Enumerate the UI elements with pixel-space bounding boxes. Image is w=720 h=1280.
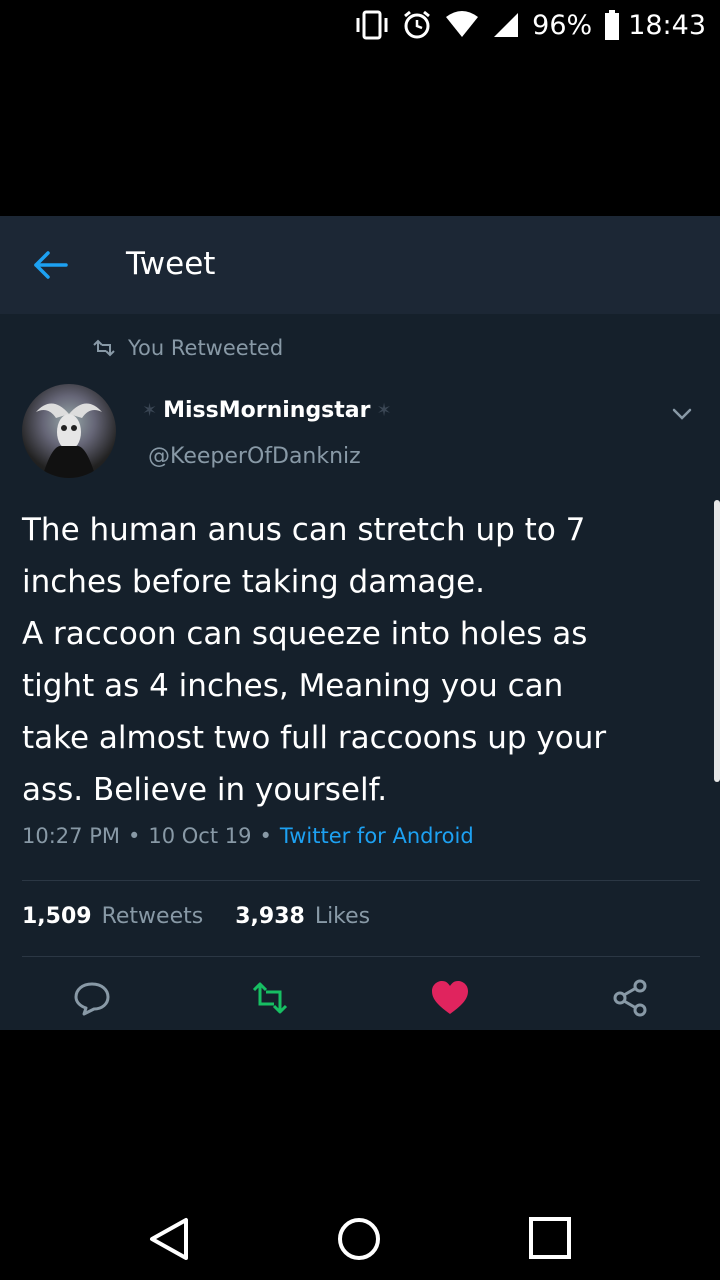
arrow-left-icon[interactable]: [30, 248, 70, 282]
navigation-bar: [0, 1180, 720, 1280]
share-icon[interactable]: [610, 978, 650, 1018]
home-circle-icon[interactable]: [336, 1216, 382, 1262]
divider: [22, 880, 700, 881]
vibrate-icon: [356, 10, 388, 40]
back-triangle-icon[interactable]: [148, 1216, 190, 1262]
separator-dot: •: [259, 824, 272, 848]
tweet-time: 10:27 PM: [22, 824, 120, 848]
tweet-source-link[interactable]: Twitter for Android: [280, 824, 474, 848]
status-bar: 96% 18:43: [0, 0, 720, 50]
separator-dot: •: [127, 824, 141, 848]
signal-icon: [494, 13, 519, 37]
retweet-label[interactable]: Retweets: [102, 904, 204, 929]
like-label[interactable]: Likes: [315, 904, 370, 929]
reply-icon[interactable]: [72, 978, 112, 1018]
app-header: Tweet: [0, 216, 720, 314]
tweet-detail: You Retweeted ✶ MissMorningstar ✶ @Keepe…: [0, 314, 720, 1030]
retweet-icon[interactable]: [250, 978, 290, 1018]
tweet-text: The human anus can stretch up to 7 inche…: [22, 512, 607, 808]
tweet-stats: 1,509 Retweets 3,938 Likes: [22, 904, 370, 929]
ram-skull-avatar-icon: [36, 403, 102, 478]
display-name[interactable]: MissMorningstar: [163, 398, 370, 423]
tweet-date: 10 Oct 19: [148, 824, 252, 848]
tweet-metadata: 10:27 PM • 10 Oct 19 • Twitter for Andro…: [22, 824, 474, 848]
alarm-icon: [404, 10, 431, 39]
like-count[interactable]: 3,938: [235, 904, 305, 929]
like-heart-icon[interactable]: [430, 978, 470, 1018]
recents-square-icon[interactable]: [528, 1216, 572, 1260]
page-title: Tweet: [126, 246, 216, 282]
battery-time-group: 18:43: [604, 10, 706, 41]
tweet-actions: [0, 978, 720, 1022]
user-handle[interactable]: @KeeperOfDankniz: [148, 444, 361, 469]
retweet-context-label: You Retweeted: [128, 336, 284, 360]
battery-icon: [605, 10, 620, 40]
retweet-small-icon: [93, 339, 115, 357]
retweet-count[interactable]: 1,509: [22, 904, 92, 929]
star-decoration-icon: ✶: [142, 400, 158, 421]
display-name-row[interactable]: ✶ MissMorningstar ✶: [142, 398, 392, 423]
clock-time: 18:43: [628, 9, 706, 41]
retweet-context: You Retweeted: [92, 336, 283, 360]
star-decoration-icon: ✶: [376, 400, 392, 421]
divider: [22, 956, 700, 957]
wifi-icon: [446, 11, 479, 37]
scrollbar[interactable]: [714, 500, 720, 782]
avatar[interactable]: [22, 384, 116, 478]
battery-percent: 96%: [532, 9, 593, 41]
chevron-down-icon[interactable]: [670, 404, 694, 424]
